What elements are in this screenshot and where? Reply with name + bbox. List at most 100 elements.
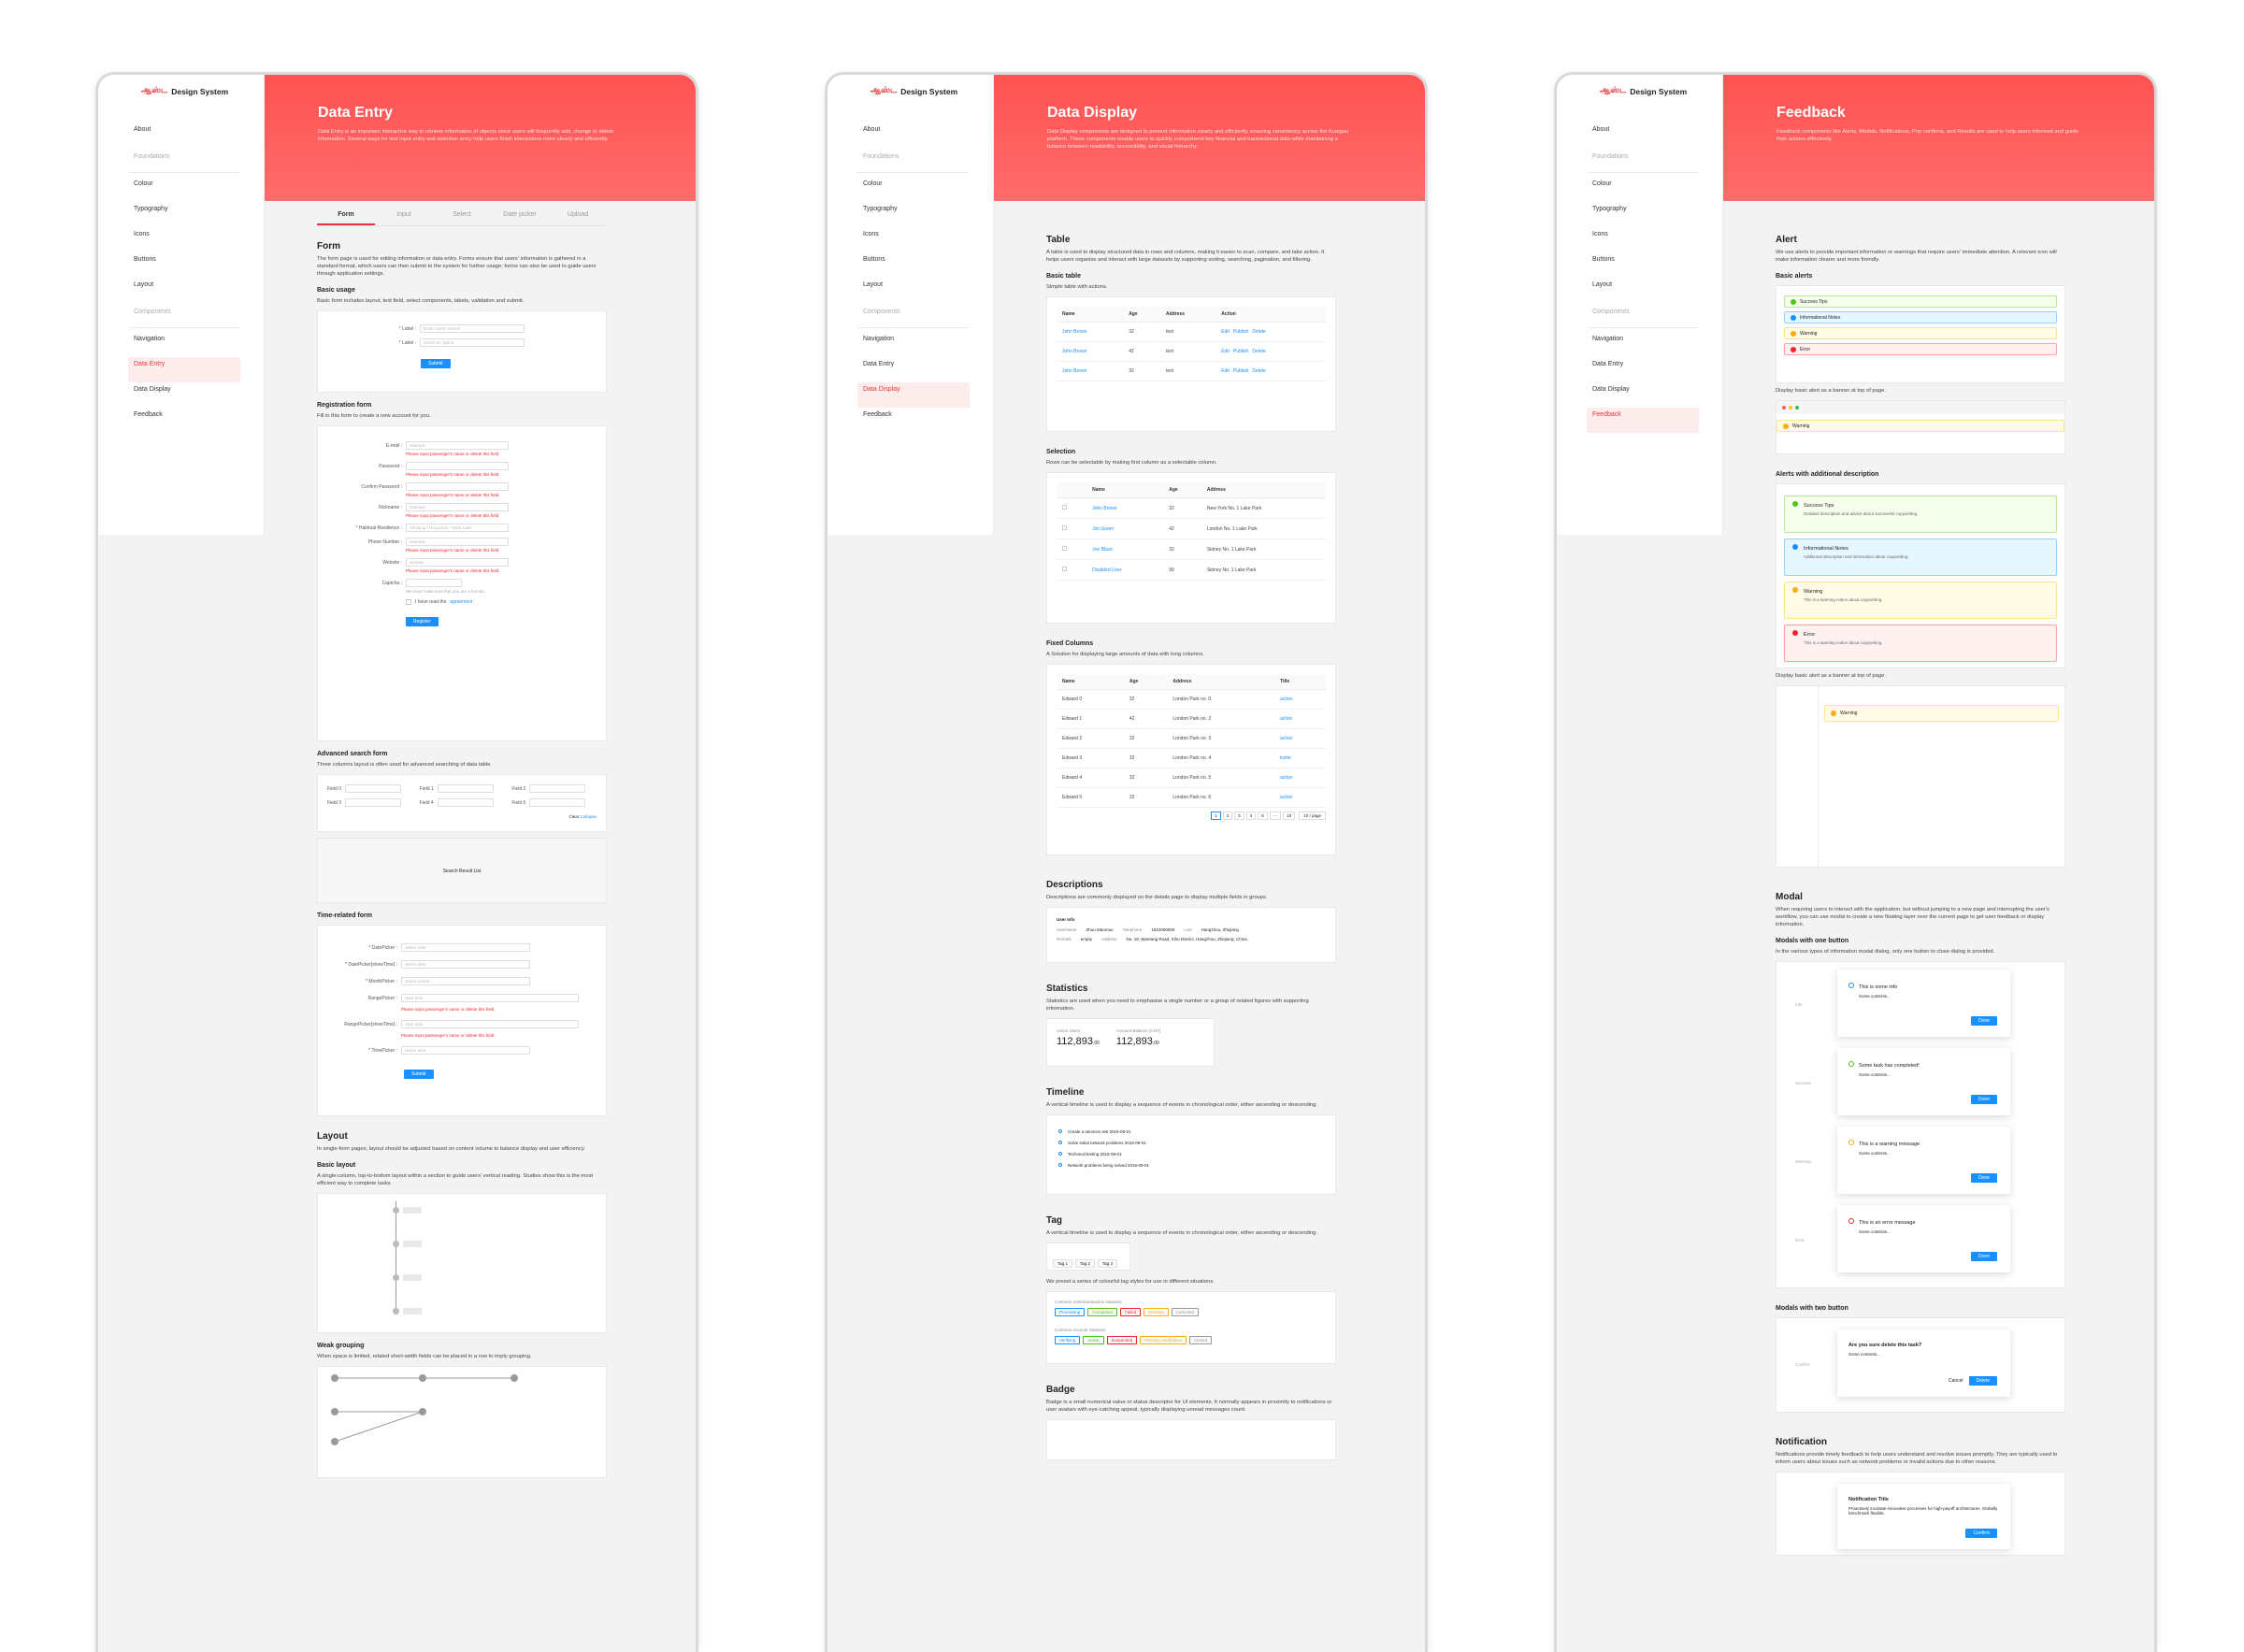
action-edit[interactable]: Edit xyxy=(1221,349,1230,354)
tab-date-picker[interactable]: Date picker xyxy=(491,208,549,225)
text-field[interactable]: example xyxy=(406,503,509,511)
table-cell[interactable]: Jim Green xyxy=(1086,518,1164,539)
page-button[interactable]: 5 xyxy=(1258,812,1268,820)
date-picker[interactable]: Select time xyxy=(401,1046,530,1055)
sidebar-item-about[interactable]: About xyxy=(128,122,240,148)
table-cell[interactable]: John Brown xyxy=(1086,497,1164,519)
sidebar-item-colour[interactable]: Colour xyxy=(128,177,240,202)
clear-button[interactable]: Clear xyxy=(568,814,579,819)
table-cell[interactable]: Disabled User xyxy=(1086,559,1164,581)
text-field[interactable]: example xyxy=(406,441,509,450)
sidebar-item-buttons[interactable]: Buttons xyxy=(128,252,240,278)
text-field[interactable] xyxy=(437,784,494,793)
date-picker[interactable]: Select date xyxy=(401,943,530,952)
sidebar-item-data-display[interactable]: Data Display xyxy=(857,382,970,408)
date-picker[interactable]: Select month xyxy=(401,977,530,985)
table-cell[interactable]: Joe Black xyxy=(1086,539,1164,560)
page-size-select[interactable]: 10 / page xyxy=(1299,812,1326,820)
sidebar-item-buttons[interactable]: Buttons xyxy=(1587,252,1699,278)
done-button[interactable]: Done xyxy=(1971,1095,1997,1104)
action-edit[interactable]: Edit xyxy=(1221,329,1230,335)
done-button[interactable]: Done xyxy=(1971,1252,1997,1261)
cancel-button[interactable]: Cancel xyxy=(1949,1378,1964,1384)
sidebar-item-data-display[interactable]: Data Display xyxy=(128,382,240,408)
table-cell[interactable]: action xyxy=(1274,689,1326,710)
action-publish[interactable]: Publish xyxy=(1233,349,1248,354)
done-button[interactable]: Done xyxy=(1971,1173,1997,1183)
sidebar-item-feedback[interactable]: Feedback xyxy=(1587,408,1699,433)
sidebar-item-data-entry[interactable]: Data Entry xyxy=(128,357,240,382)
page-button[interactable]: ··· xyxy=(1269,812,1282,820)
page-button[interactable]: 10 xyxy=(1283,812,1296,820)
confirm-button[interactable]: Confirm xyxy=(1965,1529,1997,1538)
page-button[interactable]: 1 xyxy=(1211,812,1221,820)
text-field[interactable] xyxy=(529,798,586,807)
row-checkbox[interactable] xyxy=(1057,497,1087,519)
tab-input[interactable]: Input xyxy=(375,208,433,225)
sidebar-item-colour[interactable]: Colour xyxy=(857,177,970,202)
sidebar-item-layout[interactable]: Layout xyxy=(128,278,240,303)
brand-logo[interactable]: ஆஸ்ட Design System xyxy=(1600,86,1687,96)
action-delete[interactable]: Delete xyxy=(1252,349,1265,354)
sidebar-item-layout[interactable]: Layout xyxy=(857,278,970,303)
sidebar-item-colour[interactable]: Colour xyxy=(1587,177,1699,202)
sidebar-item-data-display[interactable]: Data Display xyxy=(1587,382,1699,408)
table-cell[interactable]: Edward 4 xyxy=(1057,768,1124,788)
text-field[interactable]: example xyxy=(406,538,509,546)
table-cell[interactable]: Edward 5 xyxy=(1057,787,1124,808)
action-publish[interactable]: Publish xyxy=(1233,368,1248,374)
done-button[interactable]: Done xyxy=(1971,1016,1997,1026)
table-cell[interactable]: Edward 3 xyxy=(1057,748,1124,769)
table-cell[interactable]: action xyxy=(1274,787,1326,808)
row-checkbox[interactable] xyxy=(1057,518,1087,539)
select-field[interactable]: Select an option xyxy=(420,338,525,347)
text-field[interactable]: Zhejiang / Hangzhou / West Lake xyxy=(406,524,509,532)
sidebar-item-icons[interactable]: Icons xyxy=(1587,227,1699,252)
text-field[interactable] xyxy=(406,579,462,587)
table-cell[interactable]: Edward 1 xyxy=(1057,709,1124,729)
delete-button[interactable]: Delete xyxy=(1968,1376,1997,1386)
page-button[interactable]: 4 xyxy=(1245,812,1257,820)
agreement-link[interactable]: agreement xyxy=(450,599,472,605)
date-picker[interactable]: Select date xyxy=(401,960,530,969)
sidebar-item-icons[interactable]: Icons xyxy=(128,227,240,252)
action-delete[interactable]: Delete xyxy=(1252,368,1265,374)
agreement-checkbox[interactable] xyxy=(406,599,411,605)
date-picker[interactable]: Start date xyxy=(401,994,579,1002)
sidebar-item-navigation[interactable]: Navigation xyxy=(128,332,240,357)
table-cell[interactable]: John Brown xyxy=(1057,322,1124,342)
submit-button[interactable]: Submit xyxy=(421,359,451,368)
text-field[interactable] xyxy=(345,798,402,807)
text-field[interactable]: Enter name content xyxy=(420,324,525,333)
table-cell[interactable]: action xyxy=(1274,728,1326,749)
sidebar-item-navigation[interactable]: Navigation xyxy=(857,332,970,357)
sidebar-item-data-entry[interactable]: Data Entry xyxy=(857,357,970,382)
text-field[interactable] xyxy=(345,784,402,793)
sidebar-item-feedback[interactable]: Feedback xyxy=(128,408,240,433)
table-cell[interactable]: action xyxy=(1274,709,1326,729)
action-publish[interactable]: Publish xyxy=(1233,329,1248,335)
sidebar-item-icons[interactable]: Icons xyxy=(857,227,970,252)
sidebar-item-feedback[interactable]: Feedback xyxy=(857,408,970,433)
table-cell[interactable]: invite xyxy=(1274,748,1326,769)
sidebar-item-about[interactable]: About xyxy=(857,122,970,148)
row-checkbox[interactable] xyxy=(1057,539,1087,560)
table-cell[interactable]: Edward 0 xyxy=(1057,689,1124,710)
brand-logo[interactable]: ஆஸ்ட Design System xyxy=(870,86,957,96)
date-picker[interactable]: Start date xyxy=(401,1020,579,1028)
select-all-checkbox[interactable] xyxy=(1057,482,1087,498)
sidebar-item-layout[interactable]: Layout xyxy=(1587,278,1699,303)
sidebar-item-navigation[interactable]: Navigation xyxy=(1587,332,1699,357)
page-button[interactable]: 3 xyxy=(1234,812,1244,820)
action-edit[interactable]: Edit xyxy=(1221,368,1230,374)
sidebar-item-typography[interactable]: Typography xyxy=(1587,202,1699,227)
collapse-link[interactable]: Collapse xyxy=(580,814,597,819)
tab-form[interactable]: Form xyxy=(317,208,375,225)
tag[interactable]: Tag 1 xyxy=(1053,1259,1073,1268)
sidebar-item-data-entry[interactable]: Data Entry xyxy=(1587,357,1699,382)
text-field[interactable] xyxy=(529,784,586,793)
sidebar-item-buttons[interactable]: Buttons xyxy=(857,252,970,278)
text-field[interactable] xyxy=(406,462,509,470)
sidebar-item-typography[interactable]: Typography xyxy=(128,202,240,227)
submit-button[interactable]: Submit xyxy=(404,1070,434,1079)
